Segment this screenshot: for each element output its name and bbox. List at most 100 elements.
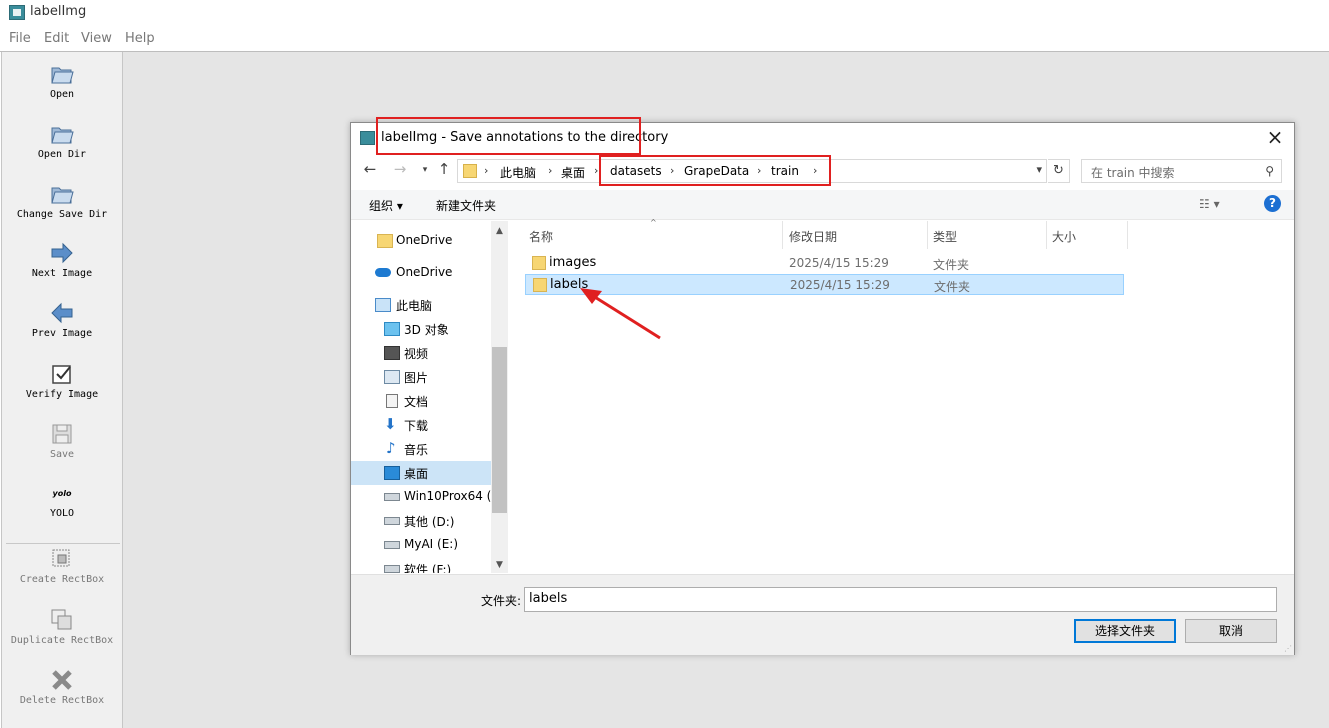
breadcrumb-this-pc[interactable]: 此电脑 xyxy=(500,164,536,181)
breadcrumb-desktop[interactable]: 桌面 xyxy=(561,164,585,181)
nav-scrollbar[interactable]: ▲ ▼ xyxy=(491,221,508,573)
nav-item-label: 图片 xyxy=(404,371,429,385)
file-type: 文件夹 xyxy=(933,258,970,272)
delete-rectbox-button[interactable]: Delete RectBox xyxy=(2,667,122,706)
nav-item-label: 视频 xyxy=(404,347,429,361)
nav-item-drive-e[interactable]: MyAI (E:) xyxy=(351,533,491,557)
scrollbar-thumb[interactable] xyxy=(492,347,507,513)
pictures-icon xyxy=(384,370,400,384)
new-folder-button[interactable]: 新建文件夹 xyxy=(436,197,496,214)
nav-item-3d-objects[interactable]: 3D 对象 xyxy=(351,317,491,341)
chevron-right-icon: › xyxy=(594,164,599,177)
nav-item-drive-d[interactable]: 其他 (D:) xyxy=(351,509,491,533)
open-dir-button[interactable]: Open Dir xyxy=(2,121,122,160)
menu-view[interactable]: View xyxy=(81,31,112,46)
chevron-down-icon[interactable]: ▾ xyxy=(1036,163,1042,176)
next-image-button[interactable]: Next Image xyxy=(2,240,122,279)
nav-item-music[interactable]: ♪ 音乐 xyxy=(351,437,491,461)
path-highlight-box xyxy=(599,155,831,186)
folder-icon xyxy=(532,256,546,270)
yolo-icon: yolo xyxy=(52,489,72,498)
back-arrow-icon[interactable]: ← xyxy=(361,160,379,180)
nav-item-drive-c[interactable]: Win10Prox64 ( xyxy=(351,485,491,509)
drive-icon xyxy=(384,493,400,501)
nav-item-downloads[interactable]: ⬇ 下载 xyxy=(351,413,491,437)
menu-edit[interactable]: Edit xyxy=(44,31,69,46)
close-icon[interactable]: × xyxy=(1264,127,1286,149)
column-header-type[interactable]: 类型 xyxy=(929,221,1047,249)
toolbar-divider xyxy=(6,543,120,544)
view-options-icon[interactable]: ☷ ▾ xyxy=(1199,197,1220,211)
column-header-date[interactable]: 修改日期 xyxy=(785,221,928,249)
folder-icon xyxy=(533,278,547,292)
resize-grip-icon[interactable]: ⋰ xyxy=(1284,644,1292,653)
open-dir-icon xyxy=(51,127,74,144)
column-header-size[interactable]: 大小 xyxy=(1048,221,1128,249)
verify-image-button[interactable]: Verify Image xyxy=(2,361,122,400)
nav-item-label: 其他 (D:) xyxy=(404,515,455,529)
labelimg-dialog-icon xyxy=(360,131,375,145)
annotation-arrow-icon xyxy=(580,288,661,340)
file-date: 2025/4/15 15:29 xyxy=(790,278,890,292)
nav-item-label: 音乐 xyxy=(404,443,429,457)
scroll-down-icon[interactable]: ▼ xyxy=(491,560,508,570)
yolo-button[interactable]: yolo YOLO xyxy=(2,486,122,519)
prev-image-button[interactable]: Prev Image xyxy=(2,300,122,339)
navigation-pane: OneDrive OneDrive 此电脑 3D 对象 视频 图片 文档 ⬇ 下 xyxy=(351,221,508,573)
tool-label: Next Image xyxy=(31,268,93,279)
3d-objects-icon xyxy=(384,322,400,336)
folder-icon xyxy=(463,164,477,178)
column-header-name[interactable]: 名称 xyxy=(525,221,783,249)
organize-button[interactable]: 组织 ▾ xyxy=(369,197,403,214)
nav-item-pictures[interactable]: 图片 xyxy=(351,365,491,389)
save-button[interactable]: Save xyxy=(2,421,122,460)
menu-help[interactable]: Help xyxy=(125,31,155,46)
up-arrow-icon[interactable]: ↑ xyxy=(435,160,453,180)
file-name: images xyxy=(549,255,597,270)
computer-icon xyxy=(375,298,391,312)
search-placeholder: 在 train 中搜索 xyxy=(1091,166,1175,180)
file-type: 文件夹 xyxy=(934,280,971,294)
recent-dropdown-icon[interactable]: ▾ xyxy=(416,165,434,185)
column-header-label: 修改日期 xyxy=(789,230,838,244)
nav-item-this-pc[interactable]: 此电脑 xyxy=(351,293,491,317)
duplicate-rectbox-icon xyxy=(51,609,72,630)
nav-item-onedrive[interactable]: OneDrive xyxy=(351,261,491,285)
drive-icon xyxy=(384,541,400,549)
open-button[interactable]: Open xyxy=(2,61,122,100)
folder-icon xyxy=(377,234,393,248)
drive-icon xyxy=(384,517,400,525)
tool-label: YOLO xyxy=(49,508,75,519)
forward-arrow-icon[interactable]: → xyxy=(391,160,409,180)
column-header-label: 大小 xyxy=(1052,230,1077,244)
music-icon: ♪ xyxy=(386,439,396,457)
nav-item-label: 此电脑 xyxy=(396,299,433,313)
command-bar: 组织 ▾ 新建文件夹 ☷ ▾ ? xyxy=(351,190,1294,220)
nav-item-documents[interactable]: 文档 xyxy=(351,389,491,413)
open-folder-icon xyxy=(51,67,74,84)
nav-item-videos[interactable]: 视频 xyxy=(351,341,491,365)
search-box[interactable]: 在 train 中搜索 ⚲ xyxy=(1081,159,1282,183)
nav-item-label: 桌面 xyxy=(404,467,429,481)
menu-file[interactable]: File xyxy=(9,31,31,46)
duplicate-rectbox-button[interactable]: Duplicate RectBox xyxy=(2,607,122,646)
select-folder-button[interactable]: 选择文件夹 xyxy=(1074,619,1176,643)
arrow-right-icon xyxy=(51,242,73,264)
change-save-dir-button[interactable]: Change Save Dir xyxy=(2,181,122,220)
checkbox-icon xyxy=(52,365,71,384)
refresh-icon[interactable]: ↻ xyxy=(1048,159,1070,183)
column-header-label: 名称 xyxy=(529,230,554,244)
nav-item-onedrive-folder[interactable]: OneDrive xyxy=(351,229,491,253)
nav-item-desktop[interactable]: 桌面 xyxy=(351,461,491,485)
cancel-button[interactable]: 取消 xyxy=(1185,619,1277,643)
file-row-images[interactable]: images 2025/4/15 15:29 文件夹 xyxy=(525,253,1124,274)
scroll-up-icon[interactable]: ▲ xyxy=(491,226,508,236)
folder-name-input[interactable]: labels xyxy=(524,587,1277,612)
search-icon: ⚲ xyxy=(1265,164,1274,178)
app-title: labelImg xyxy=(30,4,87,19)
help-icon[interactable]: ? xyxy=(1264,195,1281,212)
nav-item-label: 文档 xyxy=(404,395,429,409)
documents-icon xyxy=(386,394,398,408)
create-rectbox-button[interactable]: Create RectBox xyxy=(2,546,122,585)
nav-item-drive-f[interactable]: 软件 (F:) xyxy=(351,557,491,573)
